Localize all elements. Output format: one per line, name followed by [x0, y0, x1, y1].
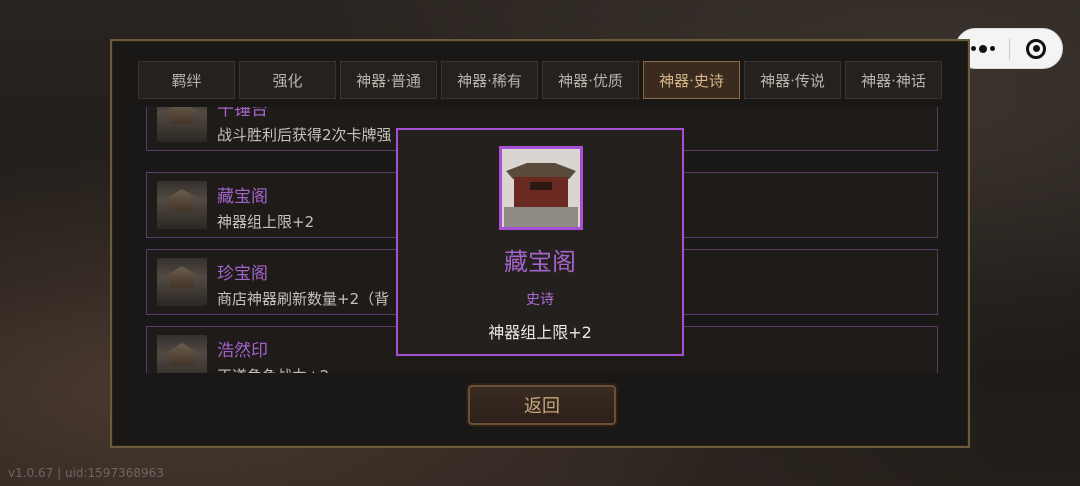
artifact-desc: 战斗胜利后获得2次卡牌强 [217, 126, 392, 144]
tab-artifact-myth[interactable]: 神器·神话 [845, 61, 942, 99]
tab-artifact-fine[interactable]: 神器·优质 [542, 61, 639, 99]
target-circle-icon [1026, 38, 1046, 59]
tab-artifact-legend[interactable]: 神器·传说 [744, 61, 841, 99]
artifact-desc: 商店神器刷新数量+2（背 [217, 290, 390, 308]
popup-effect: 神器组上限+2 [488, 323, 592, 342]
tab-artifact-epic[interactable]: 神器·史诗 [643, 61, 740, 99]
artifact-thumbnail [157, 107, 207, 142]
artifact-thumbnail [157, 335, 207, 373]
artifact-name: 千锤台 [217, 107, 268, 120]
close-miniprogram-button[interactable] [1010, 29, 1062, 68]
more-dots-icon [970, 46, 976, 51]
back-button[interactable]: 返回 [468, 385, 616, 425]
capsule-menu [955, 28, 1063, 69]
popup-title: 藏宝阁 [504, 248, 576, 276]
artifact-thumbnail [157, 258, 207, 306]
popup-rarity: 史诗 [526, 292, 554, 308]
artifact-name: 藏宝阁 [217, 187, 268, 207]
artifact-desc: 神器组上限+2 [217, 213, 315, 231]
artifact-desc: 正道角色战力+2 [217, 365, 329, 373]
tab-artifact-rare[interactable]: 神器·稀有 [441, 61, 538, 99]
artifact-name: 浩然印 [217, 341, 268, 361]
tab-bond[interactable]: 羁绊 [138, 61, 235, 99]
artifact-detail-popup[interactable]: 藏宝阁 史诗 神器组上限+2 [396, 128, 684, 356]
artifact-thumbnail [157, 181, 207, 229]
version-label: v1.0.67 | uid:1597368963 [8, 466, 164, 480]
artifact-name: 珍宝阁 [217, 264, 268, 284]
tab-bar: 羁绊 强化 神器·普通 神器·稀有 神器·优质 神器·史诗 神器·传说 神器·神… [138, 61, 942, 99]
tab-enhance[interactable]: 强化 [239, 61, 336, 99]
tab-artifact-common[interactable]: 神器·普通 [340, 61, 437, 99]
artifact-image [499, 146, 583, 230]
